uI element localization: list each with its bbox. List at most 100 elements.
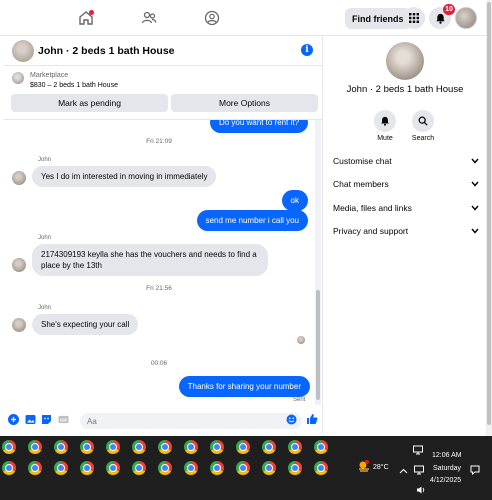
message-bubble-out[interactable]: send me number i call you: [196, 210, 308, 231]
chrome-app-icon[interactable]: [288, 440, 302, 454]
chrome-app-icon[interactable]: [2, 440, 16, 454]
message-bubble-in[interactable]: Yes I do im interested in moving in imme…: [32, 166, 217, 187]
listing-price[interactable]: $830 – 2 beds 1 bath House: [30, 82, 118, 89]
friends-icon[interactable]: [139, 8, 159, 28]
row-label: Chat members: [333, 179, 389, 189]
mute-bell-icon[interactable]: [374, 110, 396, 132]
chat-avatar[interactable]: [12, 40, 34, 62]
chat-title[interactable]: John · 2 beds 1 bath House: [38, 45, 175, 57]
chrome-app-icon[interactable]: [80, 461, 94, 475]
photo-icon[interactable]: [25, 414, 36, 425]
network-icon[interactable]: [413, 442, 423, 455]
sent-status: Sent: [293, 397, 306, 403]
find-friends-button[interactable]: Find friends: [345, 8, 411, 29]
media-files-links-row[interactable]: Media, files and links: [333, 200, 479, 216]
volume-icon[interactable]: [416, 482, 426, 494]
chrome-app-icon[interactable]: [210, 440, 224, 454]
message-bubble-out[interactable]: Thanks for sharing your number: [178, 376, 310, 397]
chrome-app-icon[interactable]: [314, 461, 328, 475]
chrome-app-icon[interactable]: [28, 461, 42, 475]
profile-circle-icon[interactable]: [202, 8, 222, 28]
customise-chat-row[interactable]: Customise chat: [333, 153, 479, 169]
sticker-icon[interactable]: [41, 414, 52, 425]
conversation-avatar[interactable]: [386, 42, 424, 80]
chrome-app-icon[interactable]: [210, 461, 224, 475]
row-label: Media, files and links: [333, 203, 412, 213]
app-window: Find friends 10 John · 2 beds 1 bath Hou…: [0, 0, 492, 500]
privacy-support-row[interactable]: Privacy and support: [333, 223, 479, 239]
clock-day[interactable]: Saturday: [433, 465, 461, 472]
chrome-app-icon[interactable]: [158, 440, 172, 454]
message-bubble-in[interactable]: 2174309193 keylla she has the vouchers a…: [32, 244, 268, 276]
home-notification-dot: [89, 10, 94, 15]
account-avatar[interactable]: [455, 7, 477, 29]
chrome-app-icon[interactable]: [314, 440, 328, 454]
chrome-app-icon[interactable]: [132, 461, 146, 475]
sender-avatar[interactable]: [12, 318, 26, 332]
search-icon[interactable]: [412, 110, 434, 132]
home-icon[interactable]: [76, 8, 96, 28]
message-input[interactable]: [80, 413, 302, 429]
chrome-app-icon[interactable]: [54, 461, 68, 475]
message-bubble-out[interactable]: ok: [281, 190, 308, 211]
clock-time[interactable]: 12:06 AM: [432, 452, 462, 459]
message-composer: GIF: [4, 405, 322, 433]
page-scrollbar-thumb[interactable]: [487, 2, 491, 425]
conversation-details-panel: John · 2 beds 1 bath House Mute Search C…: [322, 36, 486, 433]
emoji-icon[interactable]: [286, 414, 297, 425]
chrome-app-icon[interactable]: [80, 440, 94, 454]
seen-avatar: [297, 336, 305, 344]
chrome-app-icon[interactable]: [54, 440, 68, 454]
top-nav: Find friends 10: [0, 0, 492, 36]
row-label: Privacy and support: [333, 226, 409, 236]
chrome-app-icon[interactable]: [236, 461, 250, 475]
conversation-title: John · 2 beds 1 bath House: [346, 84, 464, 95]
mark-as-pending-button[interactable]: Mark as pending: [11, 94, 168, 112]
timestamp: Fri 21:09: [146, 138, 172, 145]
weather-icon[interactable]: [357, 459, 371, 473]
search-label[interactable]: Search: [403, 135, 443, 142]
marketplace-panel: Marketplace $830 – 2 beds 1 bath House M…: [4, 66, 322, 120]
chevron-down-icon: [471, 180, 479, 189]
chrome-app-icon[interactable]: [158, 461, 172, 475]
chevron-up-icon[interactable]: [399, 463, 408, 474]
chevron-down-icon: [471, 204, 479, 213]
like-thumb-icon[interactable]: [306, 413, 318, 425]
marketplace-label: Marketplace: [30, 72, 69, 79]
add-plus-icon[interactable]: [8, 414, 19, 425]
listing-thumbnail[interactable]: [12, 72, 24, 84]
notification-center-icon[interactable]: [470, 462, 480, 476]
chat-scrollbar-thumb[interactable]: [316, 290, 320, 400]
chrome-app-icon[interactable]: [236, 440, 250, 454]
chrome-app-icon[interactable]: [132, 440, 146, 454]
chat-header: John · 2 beds 1 bath House i: [4, 36, 322, 66]
chrome-app-icon[interactable]: [262, 461, 276, 475]
timestamp: 00:06: [150, 360, 168, 367]
row-label: Customise chat: [333, 156, 392, 166]
chrome-app-icon[interactable]: [184, 440, 198, 454]
chrome-app-icon[interactable]: [106, 440, 120, 454]
chrome-app-icon[interactable]: [106, 461, 120, 475]
mute-label[interactable]: Mute: [365, 135, 405, 142]
chrome-app-icon[interactable]: [28, 440, 42, 454]
chrome-app-icon[interactable]: [262, 440, 276, 454]
chrome-app-icon[interactable]: [184, 461, 198, 475]
message-bubble-in[interactable]: She's expecting your call: [32, 314, 139, 335]
sender-avatar[interactable]: [12, 258, 26, 272]
gif-icon[interactable]: GIF: [58, 414, 69, 425]
menu-grid-icon[interactable]: [403, 7, 425, 29]
chat-members-row[interactable]: Chat members: [333, 176, 479, 192]
more-options-button[interactable]: More Options: [171, 94, 318, 112]
info-icon[interactable]: i: [301, 44, 313, 56]
message-list: Do you want to rent it? Fri 21:09 John Y…: [4, 120, 314, 405]
sender-name: John: [38, 305, 52, 311]
chrome-app-icon[interactable]: [288, 461, 302, 475]
sender-name: John: [38, 157, 52, 163]
monitor-icon[interactable]: [414, 462, 424, 475]
message-bubble-out[interactable]: Do you want to rent it?: [209, 120, 308, 133]
clock-date[interactable]: 4/12/2025: [430, 477, 461, 484]
weather-temperature[interactable]: 28°C: [373, 464, 389, 471]
svg-text:GIF: GIF: [60, 418, 68, 423]
sender-avatar[interactable]: [12, 171, 26, 185]
chrome-app-icon[interactable]: [2, 461, 16, 475]
